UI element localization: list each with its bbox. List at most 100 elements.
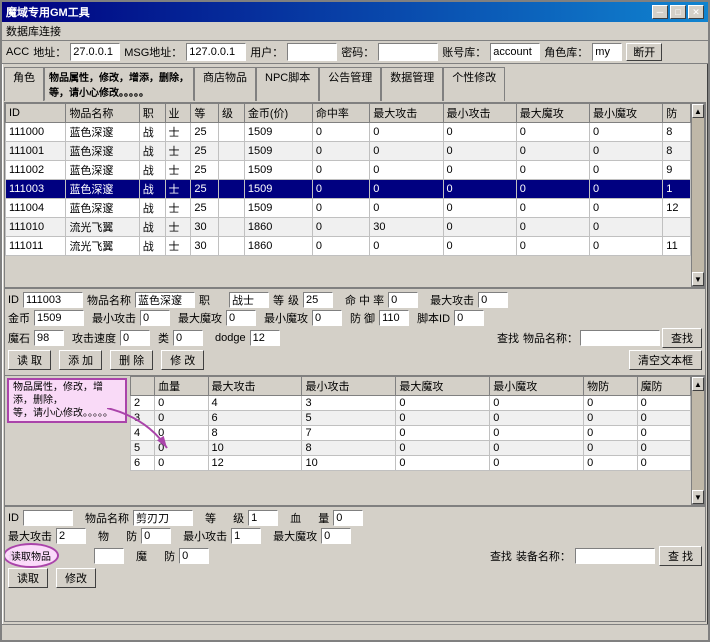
tab-shop[interactable]: 商店物品 — [194, 67, 256, 101]
max-atk-input[interactable] — [478, 292, 508, 308]
lower-table-row[interactable]: 6012100000 — [131, 456, 691, 471]
lower-table-row[interactable]: 40870000 — [131, 426, 691, 441]
lower-mdef-input[interactable] — [179, 548, 209, 564]
hit-input[interactable] — [388, 292, 418, 308]
foot-input[interactable] — [454, 310, 484, 326]
lower-id-input[interactable] — [23, 510, 73, 526]
upper-table-cell: 战 — [139, 161, 165, 180]
item-name-search-input[interactable] — [580, 330, 660, 346]
lower-name-input[interactable] — [133, 510, 193, 526]
upper-table-row[interactable]: 111003蓝色深邃战士251509000001 — [6, 180, 691, 199]
lower-blood-input[interactable] — [333, 510, 363, 526]
upper-table-cell: 111003 — [6, 180, 66, 199]
tab-role[interactable]: 角色 — [4, 67, 44, 101]
type-input[interactable] — [173, 330, 203, 346]
address-input[interactable] — [70, 43, 120, 61]
upper-table-row[interactable]: 111002蓝色深邃战士251509000009 — [6, 161, 691, 180]
attack-speed-input[interactable] — [120, 330, 150, 346]
role-input[interactable] — [592, 43, 622, 61]
magic-stone-input[interactable] — [34, 330, 64, 346]
account-input[interactable] — [490, 43, 540, 61]
lower-form-row4: 读取 修改 — [8, 568, 702, 588]
lower-form: ID 物品名称 等 级 血 量 最大攻击 物 防 最小攻击 — [5, 506, 705, 593]
lower-pdef-input[interactable] — [141, 528, 171, 544]
lower-scroll-up[interactable]: ▲ — [692, 377, 704, 391]
lower-table-row[interactable]: 501080000 — [131, 441, 691, 456]
upper-table-row[interactable]: 111000蓝色深邃战士251509000008 — [6, 123, 691, 142]
connect-button[interactable]: 断开 — [626, 43, 662, 61]
col-lv1: 等 — [191, 104, 219, 123]
lower-table-cell: 0 — [155, 396, 208, 411]
magic-stone-label: 魔石 — [8, 330, 30, 346]
user-input[interactable] — [287, 43, 337, 61]
lower-scroll-track — [692, 391, 704, 490]
close-button[interactable]: ✕ — [688, 5, 704, 19]
lower-maxmatk-input[interactable] — [321, 528, 351, 544]
tab-announce[interactable]: 公告管理 — [319, 67, 381, 101]
equip-name-input[interactable] — [575, 548, 655, 564]
lower-table-cell: 8 — [302, 441, 396, 456]
modify-button[interactable]: 修 改 — [161, 350, 204, 370]
lower-read-button[interactable]: 读取 — [8, 568, 48, 588]
menu-item-db[interactable]: 数据库连接 — [6, 26, 61, 38]
lower-col-minmatk: 最小魔攻 — [490, 377, 584, 396]
tab-npc[interactable]: NPC脚本 — [256, 67, 319, 101]
attack-speed-label: 攻击速度 — [72, 330, 116, 346]
gold-input[interactable] — [34, 310, 84, 326]
lower-table-row[interactable]: 20430000 — [131, 396, 691, 411]
lower-table-row[interactable]: 30650000 — [131, 411, 691, 426]
upper-table-scrollbar[interactable]: ▲ ▼ — [691, 103, 705, 287]
col-maxmatk: 最大魔攻 — [516, 104, 589, 123]
dodge-input[interactable] — [250, 330, 280, 346]
upper-table-cell: 0 — [516, 180, 589, 199]
add-button[interactable]: 添 加 — [59, 350, 102, 370]
tab-items[interactable]: 物品属性，修改，增添，删除，等，请小心修改。。。。。 — [44, 67, 194, 101]
lower-table-scrollbar[interactable]: ▲ ▼ — [691, 376, 705, 505]
upper-table-scroll[interactable]: ID 物品名称 职 业 等 级 金币(价) 命中率 最大攻击 最小攻击 — [5, 103, 691, 287]
min-atk-input[interactable] — [140, 310, 170, 326]
lower-table-cell: 4 — [208, 396, 302, 411]
lower-level-input[interactable] — [248, 510, 278, 526]
scroll-up-btn[interactable]: ▲ — [692, 104, 704, 118]
clear-button[interactable]: 清空文本框 — [629, 350, 702, 370]
lower-scroll-down[interactable]: ▼ — [692, 490, 704, 504]
lower-table-cell: 0 — [584, 456, 637, 471]
lower-id-label: ID — [8, 512, 19, 524]
upper-table-cell: 0 — [312, 199, 369, 218]
job-input[interactable] — [229, 292, 269, 308]
lower-table-scroll[interactable]: 血量 最大攻击 最小攻击 最大魔攻 最小魔攻 物防 魔防 20 — [5, 376, 691, 505]
lower-table-cell: 0 — [490, 396, 584, 411]
name-input[interactable] — [135, 292, 195, 308]
upper-table-cell: 0 — [443, 180, 516, 199]
def-input[interactable] — [379, 310, 409, 326]
lower-search-button[interactable]: 查 找 — [659, 546, 702, 566]
max-matk-input[interactable] — [226, 310, 256, 326]
min-matk-input[interactable] — [312, 310, 342, 326]
pass-input[interactable] — [378, 43, 438, 61]
minimize-button[interactable]: ─ — [652, 5, 668, 19]
job-label2 — [214, 292, 225, 308]
upper-table-row[interactable]: 111010流光飞翼战士301860030000 — [6, 218, 691, 237]
msg-label: MSG地址： — [124, 44, 182, 60]
lower-minmatk-input[interactable] — [94, 548, 124, 564]
upper-table-row[interactable]: 111011流光飞翼战士3018600000011 — [6, 237, 691, 256]
tab-data[interactable]: 数据管理 — [381, 67, 443, 101]
read-button[interactable]: 读 取 — [8, 350, 51, 370]
lower-minatk-input[interactable] — [231, 528, 261, 544]
upper-table-cell: 战 — [139, 199, 165, 218]
maximize-button[interactable]: □ — [670, 5, 686, 19]
lower-maxatk-input[interactable] — [56, 528, 86, 544]
lower-modify-button[interactable]: 修改 — [56, 568, 96, 588]
msg-input[interactable] — [186, 43, 246, 61]
upper-table-row[interactable]: 111001蓝色深邃战士251509000008 — [6, 142, 691, 161]
upper-table-cell: 25 — [191, 142, 219, 161]
level-input[interactable] — [303, 292, 333, 308]
scroll-down-btn[interactable]: ▼ — [692, 272, 704, 286]
id-input[interactable] — [23, 292, 83, 308]
upper-table-cell: 12 — [663, 199, 691, 218]
upper-table-row[interactable]: 111004蓝色深邃战士2515090000012 — [6, 199, 691, 218]
lower-name-label: 物品名称 — [85, 510, 129, 526]
tab-personal[interactable]: 个性修改 — [443, 67, 505, 101]
search-button[interactable]: 查找 — [662, 328, 702, 348]
delete-button[interactable]: 删 除 — [110, 350, 153, 370]
